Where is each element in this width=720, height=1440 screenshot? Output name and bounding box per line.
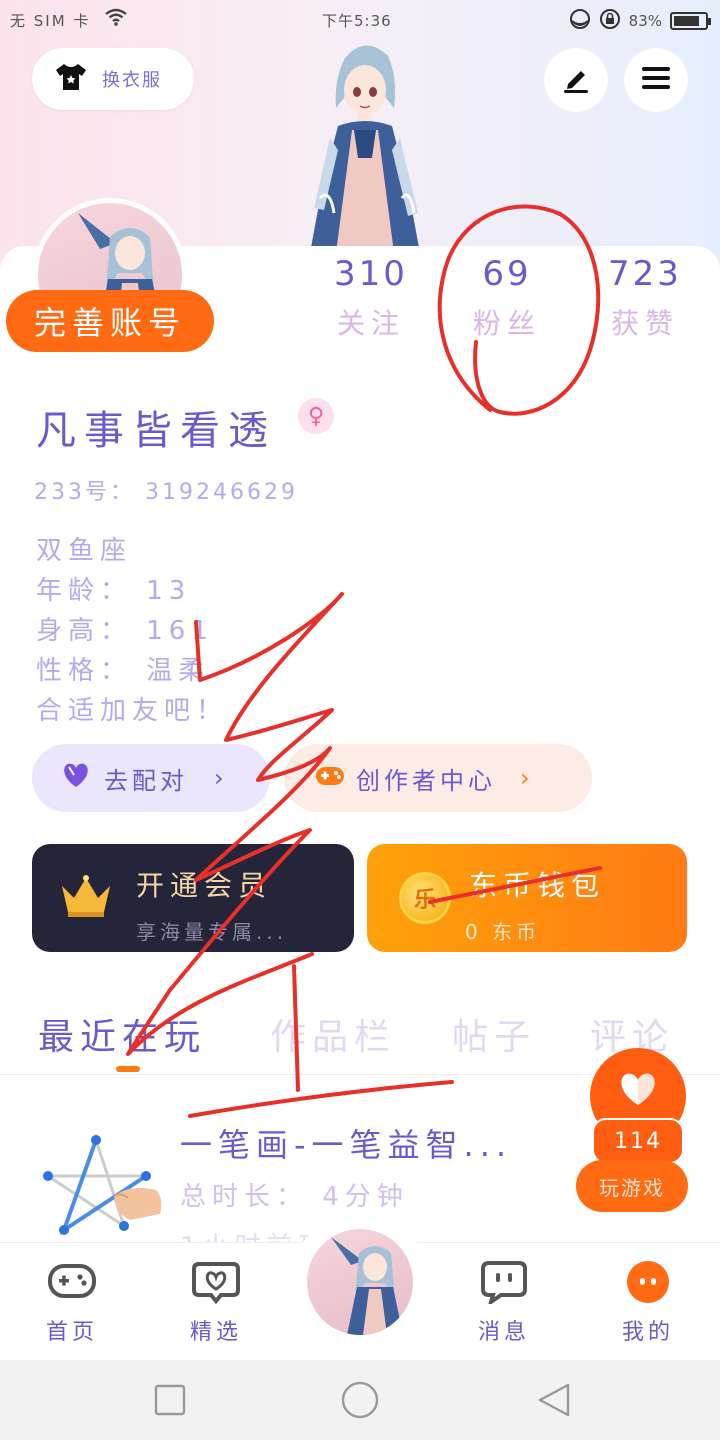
chat-icon: [479, 1261, 529, 1308]
purple-heart-icon: [60, 761, 92, 795]
match-label: 去配对: [104, 766, 188, 795]
status-icons: 83%: [569, 8, 711, 34]
creator-center-button[interactable]: 创作者中心 ›: [284, 744, 592, 812]
likes-label: 获赞: [610, 307, 679, 340]
active-tab-indicator: [116, 1066, 140, 1072]
likes-stat[interactable]: 723 获赞: [590, 254, 700, 342]
nav-messages-label: 消息: [477, 1320, 530, 1345]
game-thumbnail[interactable]: [30, 1126, 166, 1246]
bio-line: 年龄： 13: [36, 576, 192, 606]
match-button[interactable]: 去配对 ›: [32, 744, 270, 812]
change-outfit-button[interactable]: 换衣服: [32, 48, 194, 110]
game-playtime: 总时长： 4分钟: [180, 1182, 409, 1212]
bio-line: 合适加友吧！: [36, 696, 229, 726]
wallet-balance: 0 东币: [465, 920, 541, 944]
tab-recently-played[interactable]: 最近在玩: [38, 1008, 206, 1060]
female-icon: ♀: [298, 398, 334, 434]
nav-messages[interactable]: 消息: [454, 1260, 554, 1346]
play-game-button[interactable]: 玩游戏: [576, 1160, 688, 1212]
creator-center-label: 创作者中心: [356, 766, 496, 795]
user-id[interactable]: 233号： 319246629: [34, 474, 298, 506]
vip-card[interactable]: 开通会员 享海量专属...: [32, 844, 354, 952]
nav-featured[interactable]: 精选: [166, 1260, 266, 1346]
bio-line: 身高： 161: [36, 616, 214, 646]
wifi-icon: [104, 8, 128, 30]
followers-label: 粉丝: [472, 307, 541, 340]
following-label: 关注: [336, 307, 405, 340]
nav-featured-label: 精选: [189, 1320, 242, 1345]
shirt-icon: [54, 62, 88, 96]
tab-posts[interactable]: 帖子: [452, 1008, 536, 1060]
complete-account-button[interactable]: 完善账号: [6, 290, 214, 352]
carrier-text: 无 SIM 卡: [10, 12, 91, 30]
menu-button[interactable]: [624, 48, 688, 112]
data-saver-icon: [569, 8, 591, 34]
back-icon[interactable]: [536, 1382, 572, 1422]
crown-icon: [58, 874, 114, 922]
avatar-character-figure[interactable]: [290, 38, 440, 253]
chevron-right-icon: ›: [520, 764, 534, 792]
edit-profile-button[interactable]: [544, 48, 608, 112]
nav-home-label: 首页: [45, 1320, 98, 1345]
recents-icon[interactable]: [154, 1384, 186, 1420]
nav-me[interactable]: 我的: [598, 1260, 698, 1346]
followers-count: 69: [482, 254, 532, 294]
heart-chat-icon: [191, 1262, 241, 1308]
gamepad-icon: [314, 761, 346, 795]
wallet-card[interactable]: 乐 东币钱包 0 东币: [367, 844, 687, 952]
likes-count: 723: [608, 254, 682, 294]
gamepad-icon: [47, 1264, 97, 1308]
followers-stat[interactable]: 69 粉丝: [452, 254, 562, 342]
me-icon: [623, 1261, 673, 1308]
battery-percent: 83%: [628, 12, 662, 30]
heart-icon: [617, 1071, 659, 1111]
status-bar: 无 SIM 卡 下午5:36 83%: [0, 0, 720, 40]
menu-icon: [640, 64, 672, 96]
rotation-lock-icon: [599, 8, 621, 34]
battery-icon: [670, 12, 711, 30]
game-title[interactable]: 一笔画-一笔益智...: [180, 1120, 512, 1166]
nav-me-label: 我的: [621, 1320, 674, 1345]
bio-line: 性格： 温柔: [36, 656, 211, 686]
home-icon[interactable]: [340, 1380, 380, 1424]
vip-title: 开通会员: [136, 869, 273, 902]
nav-avatar-button[interactable]: [304, 1226, 416, 1338]
bio-line: 双鱼座: [36, 536, 133, 566]
wallet-title: 东币钱包: [469, 869, 606, 902]
clock-text: 下午5:36: [322, 12, 392, 30]
vip-subtitle: 享海量专属...: [136, 920, 288, 944]
tab-works[interactable]: 作品栏: [270, 1008, 396, 1060]
chevron-right-icon: ›: [214, 764, 228, 792]
nav-home[interactable]: 首页: [22, 1260, 122, 1346]
following-count: 310: [334, 254, 408, 294]
pen-icon: [560, 62, 592, 98]
like-count: 114: [592, 1118, 684, 1164]
following-stat[interactable]: 310 关注: [316, 254, 426, 342]
system-navigation-bar: [0, 1360, 720, 1440]
nickname: 凡事皆看透: [36, 408, 276, 454]
coin-icon: 乐: [399, 872, 451, 924]
change-outfit-label: 换衣服: [102, 70, 162, 91]
